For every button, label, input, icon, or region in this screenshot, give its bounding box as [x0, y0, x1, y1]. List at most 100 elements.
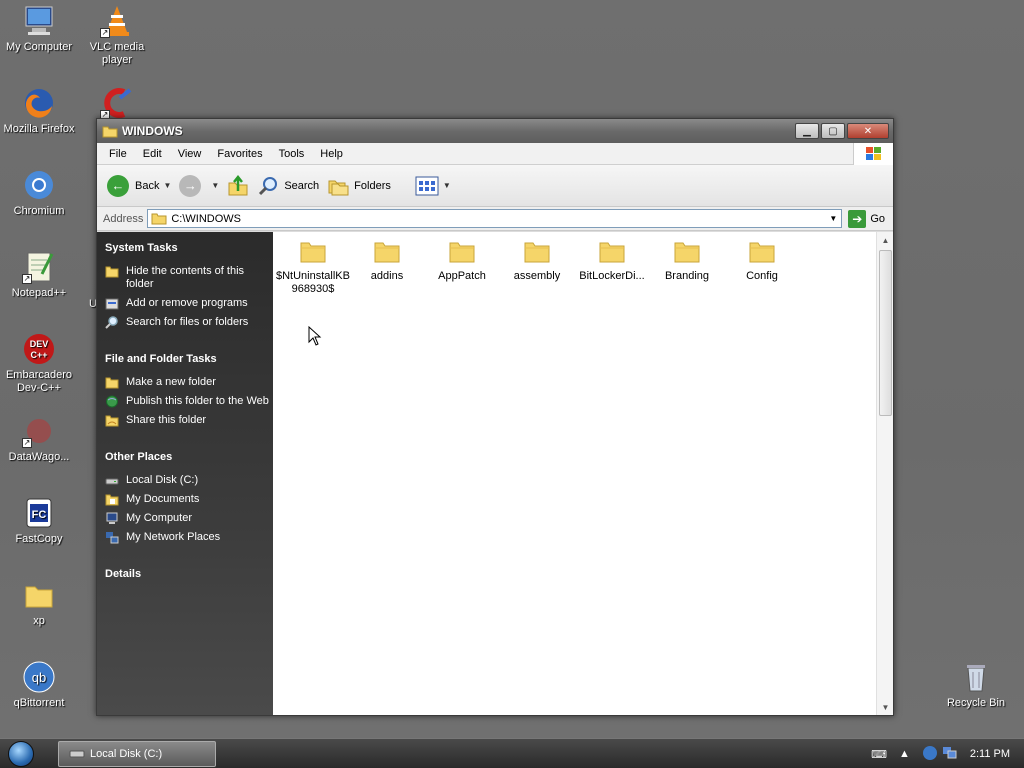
back-label: Back: [135, 179, 160, 192]
folder-icon: [102, 126, 118, 137]
place-my-network[interactable]: My Network Places: [105, 531, 273, 544]
datawago-icon: ↗: [22, 414, 56, 448]
desktop-icon-label: qBittorrent: [13, 697, 65, 709]
forward-button[interactable]: → ▼: [179, 174, 219, 197]
desktop-icon-qbittorrent[interactable]: qb qBittorrent: [0, 660, 78, 710]
file-list[interactable]: $NtUninstallKB968930$ addins AppPatch as…: [273, 232, 893, 715]
window-title: WINDOWS: [122, 124, 183, 138]
desktop-icon-notepadpp[interactable]: ↗ Notepad++: [0, 250, 78, 300]
desktop-icon-label: Mozilla Firefox: [3, 123, 75, 135]
desktop-icon-devcpp[interactable]: DEV C++ Embarcadero Dev-C++: [0, 332, 78, 395]
desktop-icon-xp[interactable]: xp: [0, 578, 78, 628]
back-arrow-icon: ←: [107, 174, 129, 197]
folder-icon: [749, 242, 775, 263]
folder-item[interactable]: Branding: [649, 238, 725, 283]
search-label: Search: [284, 179, 320, 192]
title-bar[interactable]: WINDOWS ▁ ▢ ✕: [97, 119, 893, 143]
desktop-icon-datawago[interactable]: ↗ DataWago...: [0, 414, 78, 464]
chevron-down-icon[interactable]: ▼: [163, 181, 171, 190]
svg-text:DEV: DEV: [30, 339, 49, 349]
menu-view[interactable]: View: [170, 148, 210, 160]
vertical-scrollbar[interactable]: ▲ ▼: [876, 232, 893, 715]
search-icon: [259, 176, 278, 195]
task-add-remove-programs[interactable]: Add or remove programs: [105, 297, 273, 310]
network-tray-icon[interactable]: [942, 746, 958, 763]
close-button[interactable]: ✕: [847, 123, 889, 139]
keyboard-icon[interactable]: ⌨: [871, 748, 887, 761]
place-local-disk[interactable]: Local Disk (C:): [105, 474, 273, 487]
folder-icon: [449, 242, 475, 263]
back-button[interactable]: ← Back ▼: [107, 174, 171, 197]
menu-file[interactable]: File: [101, 148, 135, 160]
chevron-down-icon[interactable]: ▼: [825, 210, 841, 227]
folder-item[interactable]: addins: [349, 238, 425, 283]
desktop-icon-label: Embarcadero Dev-C++: [5, 369, 73, 394]
folder-item[interactable]: assembly: [499, 238, 575, 283]
folder-item[interactable]: $NtUninstallKB968930$: [275, 238, 351, 296]
desktop-icon-label: My Computer: [5, 41, 73, 53]
desktop-icon-chromium[interactable]: Chromium: [0, 168, 78, 218]
views-button[interactable]: ▼: [415, 176, 451, 196]
folders-label: Folders: [354, 179, 391, 192]
folder-icon: [300, 242, 326, 263]
task-share-folder[interactable]: Share this folder: [105, 414, 273, 427]
qbittorrent-tray-icon[interactable]: [922, 745, 938, 764]
windows-logo-icon: [853, 143, 893, 165]
menu-edit[interactable]: Edit: [135, 148, 170, 160]
desktop-icon-recycle-bin[interactable]: Recycle Bin: [937, 660, 1015, 710]
desktop-icon-my-computer[interactable]: My Computer: [0, 4, 78, 54]
maximize-button[interactable]: ▢: [821, 123, 845, 139]
place-my-computer[interactable]: My Computer: [105, 512, 273, 525]
content-area: System Tasks Hide the contents of this f…: [97, 232, 893, 715]
place-my-documents[interactable]: My Documents: [105, 493, 273, 506]
scroll-down-icon[interactable]: ▼: [877, 699, 894, 715]
up-folder-button[interactable]: [227, 174, 249, 197]
show-hidden-icons-icon[interactable]: ▲: [899, 748, 910, 760]
minimize-button[interactable]: ▁: [795, 123, 819, 139]
address-field[interactable]: C:\WINDOWS ▼: [147, 209, 843, 228]
devcpp-icon: DEV C++: [22, 332, 56, 366]
menu-help[interactable]: Help: [312, 148, 351, 160]
folder-icon: [599, 242, 625, 263]
task-make-new-folder[interactable]: Make a new folder: [105, 376, 273, 389]
task-publish-web[interactable]: Publish this folder to the Web: [105, 395, 273, 408]
desktop-icon-firefox[interactable]: Mozilla Firefox: [0, 86, 78, 136]
task-label: Make a new folder: [126, 376, 216, 388]
folder-label: Config: [746, 270, 778, 282]
folder-icon: [374, 242, 400, 263]
place-label: Local Disk (C:): [126, 474, 199, 486]
folders-button[interactable]: Folders: [327, 175, 391, 197]
folder-item[interactable]: AppPatch: [424, 238, 500, 283]
up-folder-icon: [228, 174, 248, 195]
chevron-down-icon[interactable]: ▼: [443, 181, 451, 190]
fastcopy-icon: FC: [22, 496, 56, 530]
chevron-down-icon[interactable]: ▼: [211, 181, 219, 190]
folder-item[interactable]: BitLockerDi...: [574, 238, 650, 283]
explorer-window[interactable]: WINDOWS ▁ ▢ ✕ File Edit View Favorites T…: [96, 118, 894, 716]
section-title[interactable]: File and Folder Tasks: [105, 353, 273, 365]
desktop-icon-label: Notepad++: [11, 287, 67, 299]
desktop-icon-label: VLC media player: [89, 41, 145, 66]
menu-favorites[interactable]: Favorites: [209, 148, 270, 160]
task-hide-contents[interactable]: Hide the contents of this folder: [105, 265, 273, 291]
taskbar-item-local-disk[interactable]: Local Disk (C:): [58, 740, 216, 767]
section-title[interactable]: Other Places: [105, 451, 273, 463]
go-button[interactable]: ➔ Go: [848, 209, 885, 228]
section-title[interactable]: Details: [105, 568, 273, 580]
task-button-label: Local Disk (C:): [90, 747, 163, 760]
section-title[interactable]: System Tasks: [105, 242, 273, 254]
folder-item[interactable]: Config: [724, 238, 800, 283]
start-button[interactable]: [0, 739, 42, 768]
desktop-icon-fastcopy[interactable]: FC FastCopy: [0, 496, 78, 546]
new-folder-icon: [105, 377, 119, 389]
menu-tools[interactable]: Tools: [271, 148, 313, 160]
desktop-icon-vlc[interactable]: ↗ VLC media player: [78, 4, 156, 67]
scroll-up-icon[interactable]: ▲: [877, 232, 894, 248]
task-pane: System Tasks Hide the contents of this f…: [97, 232, 273, 715]
scrollbar-thumb[interactable]: [879, 250, 892, 416]
search-button[interactable]: Search: [257, 175, 319, 197]
add-remove-programs-icon: [105, 298, 119, 310]
clock[interactable]: 2:11 PM: [970, 748, 1010, 760]
task-search-files[interactable]: Search for files or folders: [105, 316, 273, 329]
desktop-icon-label: Recycle Bin: [946, 697, 1006, 709]
